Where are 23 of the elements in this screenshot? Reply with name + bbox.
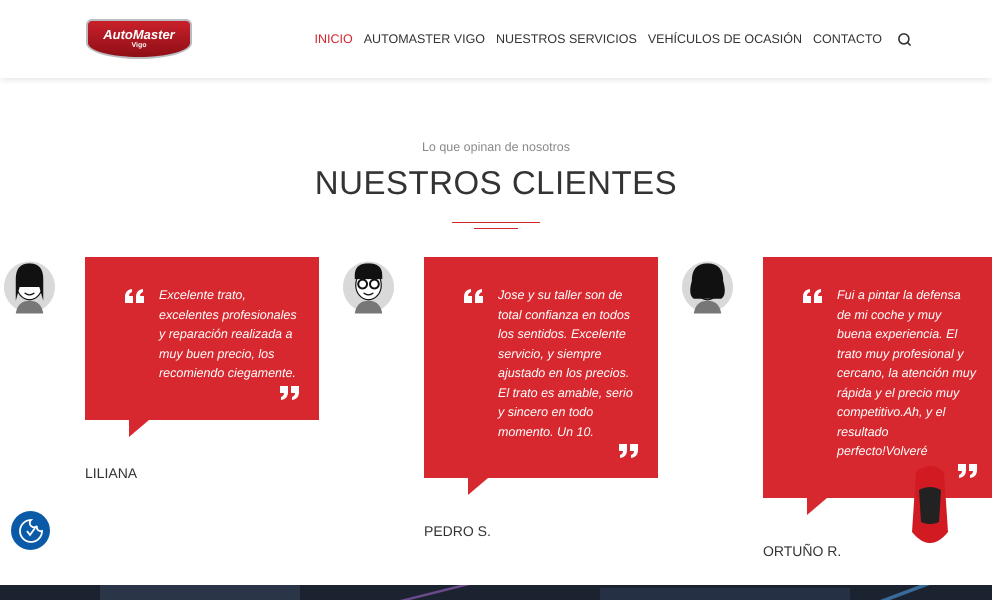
search-icon[interactable]	[897, 32, 912, 46]
quote-icon	[464, 289, 484, 303]
nav-link[interactable]: AUTOMASTER VIGO	[364, 32, 486, 46]
cookie-settings-button[interactable]	[11, 511, 50, 550]
nav-link[interactable]: CONTACTO	[813, 32, 882, 46]
testimonial-quote: Fui a pintar la defensa de mi coche y muy buena experiencia. El trato muy profesional y cercano, la atención muy rápida y el precio muy competitivo.Ah, y el resultado perfecto!Volveré	[837, 287, 977, 460]
testimonial-quote: Jose y su taller son de total confianza en todos los sentidos. Excelente servicio, y siempre ajustado en los precios. El trato es amable, serio y sincero en todo momento. Un 10.	[498, 287, 634, 440]
section-subtitle: Lo que opinan de nosotros	[422, 140, 570, 154]
quote-icon	[279, 386, 299, 400]
quote-icon	[125, 289, 145, 303]
client-name: ORTUÑO R.	[763, 542, 842, 558]
quote-icon	[803, 289, 823, 303]
client-name: PEDRO S.	[424, 523, 492, 539]
nav-link[interactable]: NUESTROS SERVICIOS	[496, 32, 637, 46]
testimonial-quote: Excelente trato, excelentes profesionales y reparación realizada a muy buen precio, los recomiendo ciegamente.	[159, 287, 298, 382]
cookie-icon	[18, 518, 44, 544]
nav-link[interactable]: VEHÍCULOS DE OCASIÓN	[648, 32, 802, 46]
quote-icon	[618, 444, 638, 458]
nav-link[interactable]: INICIO	[314, 32, 353, 46]
section-title: NUESTROS CLIENTES	[314, 164, 678, 202]
client-name: LILIANA	[85, 464, 138, 480]
logo-text: AutoMaster	[103, 28, 175, 42]
quote-icon	[957, 464, 977, 478]
